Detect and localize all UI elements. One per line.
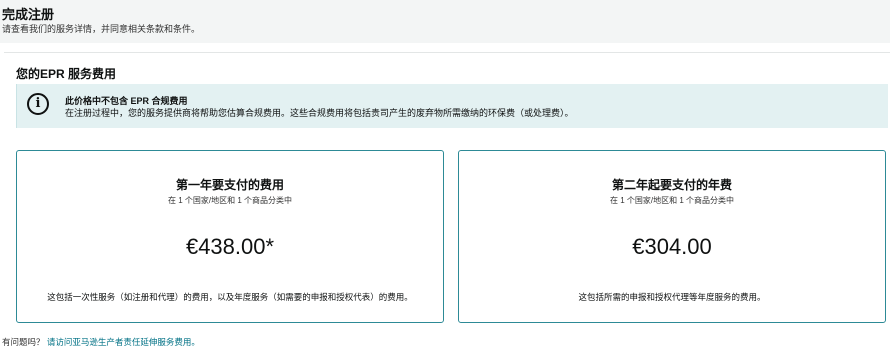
epr-fees-link[interactable]: 请访问亚马逊生产者责任延伸服务费用。 — [47, 337, 200, 347]
card-subtitle: 在 1 个国家/地区和 1 个商品分类中 — [609, 196, 734, 205]
card-description: 这包括所需的申报和授权代理等年度服务的费用。 — [578, 292, 766, 302]
card-subtitle: 在 1 个国家/地区和 1 个商品分类中 — [167, 196, 292, 205]
first-year-fee-card: 第一年要支付的费用 在 1 个国家/地区和 1 个商品分类中 €438.00* … — [16, 150, 444, 323]
card-description: 这包括一次性服务（如注册和代理）的费用，以及年度服务（如需要的申报和授权代表）的… — [47, 292, 413, 302]
card-price: €304.00 — [632, 234, 712, 259]
page-subtitle: 请查看我们的服务详情，并同意相关条款和条件。 — [2, 24, 201, 34]
info-text: 在注册过程中，您的服务提供商将帮助您估算合规费用。这些合规费用将包括贵司产生的废… — [65, 108, 574, 118]
footer-question: 有问题吗？ — [2, 337, 45, 347]
card-price: €438.00* — [185, 234, 275, 259]
footer-help: 有问题吗？ 请访问亚马逊生产者责任延伸服务费用。 — [2, 336, 200, 347]
info-alert: i 此价格中不包含 EPR 合规费用 在注册过程中，您的服务提供商将帮助您估算合… — [16, 84, 888, 128]
annual-fee-card: 第二年起要支付的年费 在 1 个国家/地区和 1 个商品分类中 €304.00 … — [458, 150, 886, 323]
card-title: 第二年起要支付的年费 — [611, 178, 732, 192]
page-title: 完成注册 — [2, 7, 55, 22]
section-title: 您的EPR 服务费用 — [16, 67, 117, 81]
card-title: 第一年要支付的费用 — [175, 178, 284, 192]
info-icon: i — [27, 93, 49, 115]
epr-fees-panel: 您的EPR 服务费用 i 此价格中不包含 EPR 合规费用 在注册过程中，您的服… — [4, 52, 890, 334]
